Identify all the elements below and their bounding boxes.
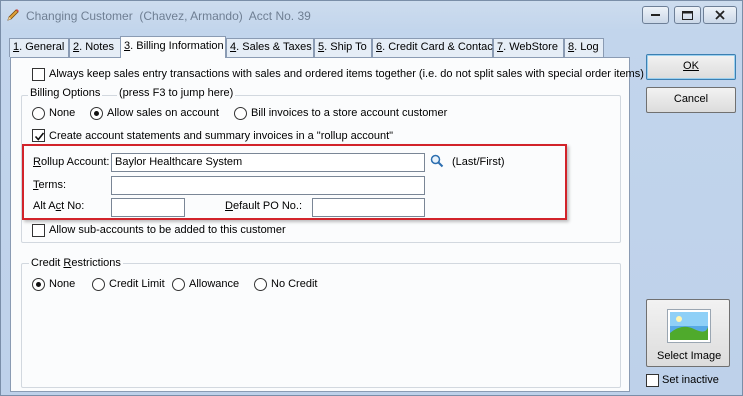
alt-act-no-input[interactable] (111, 198, 185, 217)
credit-restrictions-label: Credit Restrictions (29, 257, 123, 269)
radio-credit-none[interactable] (32, 278, 45, 291)
default-po-label: Default PO No.: (225, 200, 303, 212)
minimize-button[interactable] (642, 6, 669, 24)
billing-options-label: Billing Options (28, 87, 103, 99)
alt-act-no-label: Alt Act No: (33, 200, 85, 212)
sub-accounts-checkbox[interactable] (32, 224, 45, 237)
maximize-button[interactable] (674, 6, 701, 24)
radio-bill-store-account[interactable] (234, 107, 247, 120)
terms-label: Terms: (33, 179, 66, 191)
radio-credit-limit[interactable] (92, 278, 105, 291)
search-icon[interactable] (430, 154, 444, 171)
tab-sales-taxes[interactable]: 4. Sales & Taxes (226, 38, 314, 57)
set-inactive-checkbox[interactable] (646, 374, 659, 387)
tab-log[interactable]: 8. Log (564, 38, 604, 57)
search-hint: (Last/First) (452, 156, 505, 168)
checkmark-icon (34, 132, 45, 141)
tab-notes[interactable]: 2. Notes (69, 38, 121, 57)
radio-bill-store-account-label: Bill invoices to a store account custome… (251, 107, 448, 119)
radio-billing-none-label: None (49, 107, 76, 119)
tab-credit-card-contact[interactable]: 6. Credit Card & Contact (372, 38, 496, 57)
title-bar: Changing Customer (Chavez, Armando) Acct… (1, 1, 742, 31)
tab-ship-to[interactable]: 5. Ship To (314, 38, 372, 57)
rollup-account-label: Rollup Account: (33, 156, 110, 168)
radio-credit-none-label: None (49, 278, 76, 290)
keep-together-label: Always keep sales entry transactions wit… (49, 68, 644, 80)
customer-dialog: Changing Customer (Chavez, Armando) Acct… (0, 0, 743, 396)
rollup-account-checkbox[interactable] (32, 129, 45, 142)
radio-no-credit-label: No Credit (271, 278, 318, 290)
radio-allow-sales-label: Allow sales on account (107, 107, 219, 119)
pencil-icon (6, 8, 20, 22)
rollup-account-checkbox-label: Create account statements and summary in… (49, 130, 394, 142)
close-icon (715, 10, 725, 20)
terms-input[interactable] (111, 176, 425, 195)
tab-webstore[interactable]: 7. WebStore (493, 38, 564, 57)
sub-accounts-label: Allow sub-accounts to be added to this c… (49, 224, 286, 236)
radio-allowance-label: Allowance (189, 278, 240, 290)
minimize-icon (650, 14, 660, 16)
image-icon (667, 309, 711, 346)
radio-allowance[interactable] (172, 278, 185, 291)
set-inactive-label: Set inactive (662, 374, 719, 386)
close-button[interactable] (703, 6, 737, 24)
cancel-button[interactable]: Cancel (646, 87, 736, 113)
select-image-button[interactable]: Select Image (646, 299, 730, 367)
select-image-label: Select Image (657, 350, 722, 362)
radio-allow-sales-on-account[interactable] (90, 107, 103, 120)
radio-no-credit[interactable] (254, 278, 267, 291)
billing-options-hint: (press F3 to jump here) (117, 87, 236, 99)
maximize-icon (682, 10, 693, 20)
default-po-input[interactable] (312, 198, 425, 217)
keep-together-checkbox[interactable] (32, 68, 45, 81)
radio-credit-limit-label: Credit Limit (109, 278, 165, 290)
tab-billing-information[interactable]: 3. Billing Information (120, 36, 226, 58)
billing-information-panel: Always keep sales entry transactions wit… (10, 57, 644, 392)
tab-general[interactable]: 1. General (9, 38, 69, 57)
ok-button[interactable]: OK (646, 54, 736, 80)
radio-billing-none[interactable] (32, 107, 45, 120)
rollup-account-input[interactable]: Baylor Healthcare System (111, 153, 425, 172)
window-title: Changing Customer (Chavez, Armando) Acct… (26, 9, 311, 23)
